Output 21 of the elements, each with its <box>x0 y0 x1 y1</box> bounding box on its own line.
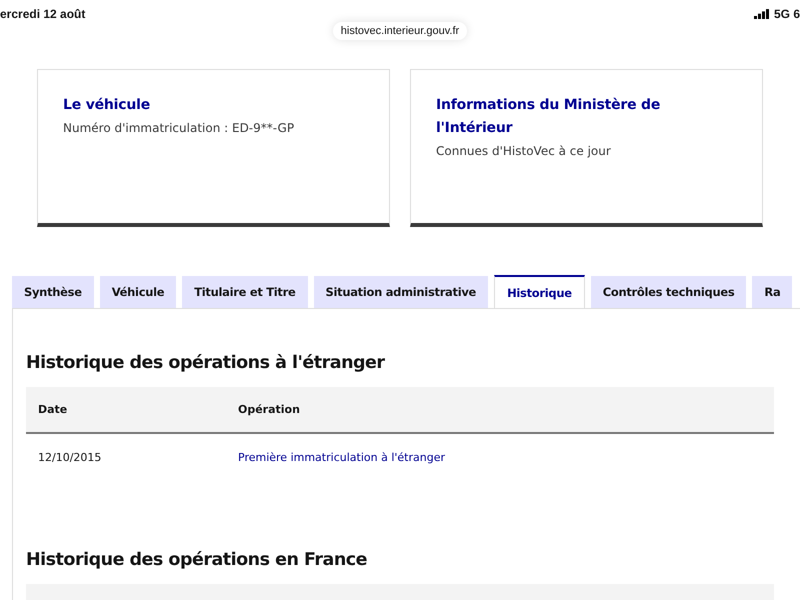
tab[interactable]: Ra <box>752 276 792 308</box>
table-cell-text: 12/10/2015 <box>37 450 102 464</box>
tab[interactable]: Historique <box>494 275 585 308</box>
section-heading: Historique des opérations à l'étranger <box>26 353 386 373</box>
card-text: Numéro d'immatriculation : ED-9**-GP <box>63 121 296 135</box>
network-label: 5G 6 <box>774 7 800 21</box>
tab[interactable]: Situation administrative <box>314 276 488 308</box>
card-text: Connues d'HistoVec à ce jour <box>436 144 612 158</box>
url-bar[interactable]: histovec.interieur.gouv.fr <box>332 22 468 40</box>
signal-icon <box>754 9 770 19</box>
column-header: Opération <box>238 403 300 416</box>
tab[interactable]: Titulaire et Titre <box>182 276 308 308</box>
operation-link[interactable]: Première immatriculation à l'étranger <box>238 450 445 464</box>
status-date: ercredi 12 août <box>0 7 86 21</box>
section-heading: Historique des opérations en France <box>26 550 368 570</box>
card-title: Le véhicule <box>63 96 152 115</box>
column-header: Date <box>37 403 68 416</box>
tab[interactable]: Contrôles techniques <box>590 276 746 308</box>
tab[interactable]: Synthèse <box>12 276 94 308</box>
card-title: Informations du Ministère de l'Intérieur <box>436 96 662 138</box>
tab[interactable]: Véhicule <box>100 276 176 308</box>
